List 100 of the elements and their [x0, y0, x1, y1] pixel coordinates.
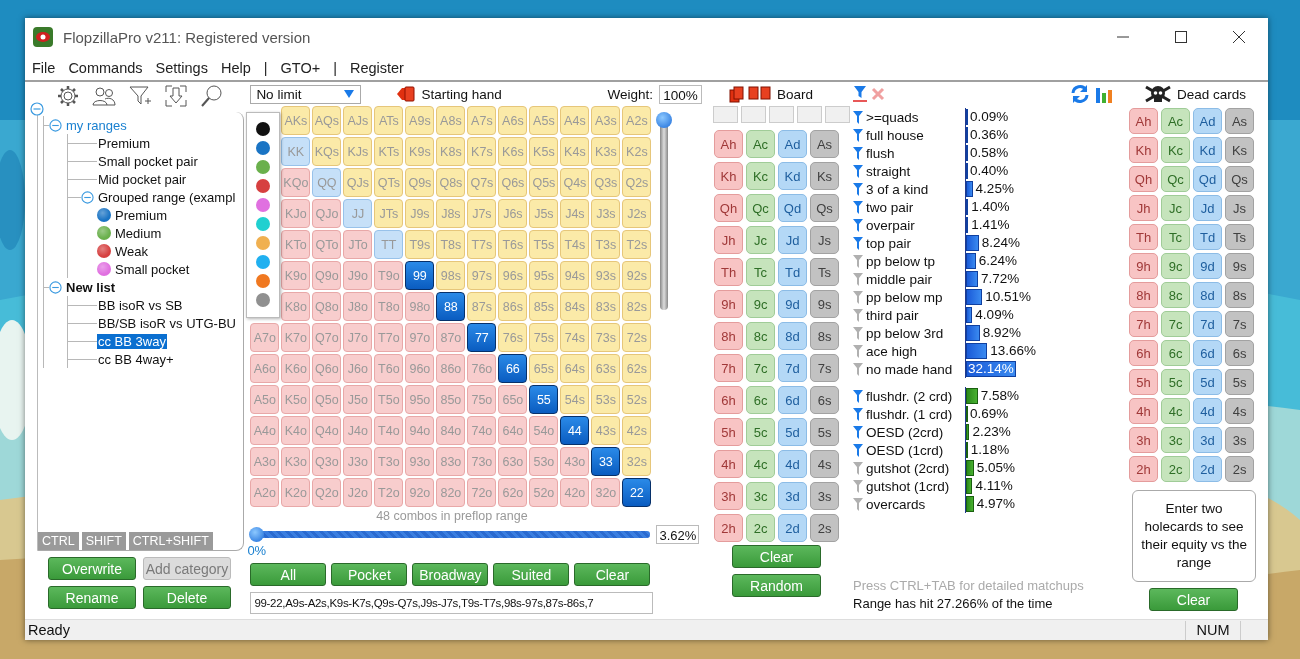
card-button[interactable]: 5c	[746, 418, 776, 446]
range-button[interactable]: Pocket	[331, 563, 408, 586]
card-button[interactable]: 4s	[1225, 398, 1255, 424]
hand-cell[interactable]: J6s	[498, 199, 528, 228]
hand-cell[interactable]: 86s	[498, 292, 528, 321]
card-button[interactable]: Th	[714, 258, 744, 286]
hand-cell[interactable]: 83s	[591, 292, 621, 321]
hand-cell[interactable]: 98o	[405, 292, 435, 321]
menu-item[interactable]: File	[32, 60, 56, 76]
card-button[interactable]: Qc	[746, 194, 776, 222]
hand-cell[interactable]: 86o	[436, 354, 466, 383]
card-button[interactable]: 8d	[1193, 282, 1223, 308]
hand-cell[interactable]: J7o	[343, 323, 373, 352]
hand-cell[interactable]: J5o	[343, 385, 373, 414]
hand-cell[interactable]: 74o	[467, 416, 497, 445]
color-swatch[interactable]	[256, 293, 270, 307]
hand-cell[interactable]: J3o	[343, 447, 373, 476]
hand-cell[interactable]: 88	[436, 292, 466, 321]
hand-cell[interactable]: K7o	[281, 323, 311, 352]
card-button[interactable]: 7c	[746, 354, 776, 382]
hand-cell[interactable]: Q2s	[622, 168, 652, 197]
hand-cell[interactable]: Q6s	[498, 168, 528, 197]
card-button[interactable]: Qc	[1161, 166, 1191, 192]
percentage[interactable]: 0.58%	[970, 145, 1009, 161]
hand-cell[interactable]: 76o	[467, 354, 497, 383]
percentage[interactable]: 2.23%	[972, 424, 1011, 440]
hand-cell[interactable]: Q9s	[405, 168, 435, 197]
clear-button[interactable]: Clear	[1149, 588, 1239, 611]
card-button[interactable]: 3s	[810, 482, 840, 510]
action-button[interactable]: Delete	[143, 586, 231, 609]
card-button[interactable]: 2s	[810, 514, 840, 542]
collapse-icon[interactable]	[81, 190, 94, 204]
hand-cell[interactable]: 96o	[405, 354, 435, 383]
card-button[interactable]: 6h	[1129, 340, 1159, 366]
hand-cell[interactable]: K6o	[281, 354, 311, 383]
tree-item[interactable]: cc BB 3way	[97, 333, 167, 349]
card-button[interactable]: Td	[778, 258, 808, 286]
hand-cell[interactable]: A4o	[250, 416, 280, 445]
tree-item[interactable]: cc BB 4way+	[97, 351, 175, 367]
card-button[interactable]: 9h	[1129, 253, 1159, 279]
menu-item[interactable]: Help	[220, 60, 251, 76]
card-button[interactable]: 8s	[1225, 282, 1255, 308]
hand-cell[interactable]: 74s	[560, 323, 590, 352]
card-button[interactable]: 7c	[1161, 311, 1191, 337]
card-button[interactable]: 2h	[714, 514, 744, 542]
hand-cell[interactable]: K6s	[498, 137, 528, 166]
hand-cell[interactable]: Q9o	[312, 261, 342, 290]
hand-cell[interactable]: Q3s	[591, 168, 621, 197]
hand-cell[interactable]: 85o	[436, 385, 466, 414]
hand-cell[interactable]: 32s	[622, 447, 652, 476]
action-button[interactable]: Rename	[48, 586, 136, 609]
card-button[interactable]: Tc	[746, 258, 776, 286]
hand-cell[interactable]: T4o	[374, 416, 404, 445]
hand-cell[interactable]: T6s	[498, 230, 528, 259]
hand-cell[interactable]: 53s	[591, 385, 621, 414]
hand-cell[interactable]: JTo	[343, 230, 373, 259]
filter-icon[interactable]	[853, 344, 864, 358]
menu-item[interactable]: Register	[349, 60, 404, 76]
percentage[interactable]: 7.58%	[980, 388, 1020, 404]
card-button[interactable]: As	[810, 130, 840, 158]
action-button[interactable]: Overwrite	[48, 557, 136, 580]
card-button[interactable]: 9s	[1225, 253, 1255, 279]
tree-item[interactable]: Small pocket pair	[97, 153, 199, 169]
import-icon[interactable]	[163, 84, 189, 108]
card-button[interactable]: Ks	[810, 162, 840, 190]
card-button[interactable]: 3d	[1193, 427, 1223, 453]
hand-cell[interactable]: 98s	[436, 261, 466, 290]
card-button[interactable]: Th	[1129, 224, 1159, 250]
hand-cell[interactable]: 55	[529, 385, 559, 414]
slider-thumb[interactable]	[249, 526, 265, 542]
hand-cell[interactable]: Q4s	[560, 168, 590, 197]
card-button[interactable]: 8c	[746, 322, 776, 350]
hand-cell[interactable]: 66	[498, 354, 528, 383]
card-button[interactable]: 2h	[1129, 456, 1159, 482]
hand-cell[interactable]: A5s	[529, 106, 559, 135]
hand-cell[interactable]: 42s	[622, 416, 652, 445]
hand-cell[interactable]: 99	[405, 261, 435, 290]
filter-icon[interactable]	[853, 461, 864, 475]
hand-cell[interactable]: K9o	[281, 261, 311, 290]
hand-cell[interactable]: 73s	[591, 323, 621, 352]
percentage[interactable]: 1.41%	[971, 217, 1010, 233]
hand-cell[interactable]: K5o	[281, 385, 311, 414]
percent-field[interactable]: 3.62%	[656, 524, 700, 544]
hand-cell[interactable]: 44	[560, 416, 590, 445]
filter-icon[interactable]	[853, 86, 868, 102]
filter-icon[interactable]	[853, 425, 864, 439]
card-button[interactable]: 2s	[1225, 456, 1255, 482]
percentage[interactable]: 0.09%	[970, 109, 1009, 125]
card-button[interactable]: Kh	[714, 162, 744, 190]
hand-cell[interactable]: AQs	[312, 106, 342, 135]
percentage[interactable]: 4.97%	[976, 496, 1015, 512]
hand-cell[interactable]: Q8s	[436, 168, 466, 197]
hand-cell[interactable]: 92o	[405, 478, 435, 507]
tree-item[interactable]: Small pocket	[114, 261, 191, 277]
card-button[interactable]: Qs	[810, 194, 840, 222]
percentage[interactable]: 32.14%	[968, 361, 1014, 377]
filter-icon[interactable]	[853, 326, 864, 340]
hand-cell[interactable]: Q6o	[312, 354, 342, 383]
hand-cell[interactable]: J4s	[560, 199, 590, 228]
hand-cell[interactable]: JTs	[374, 199, 404, 228]
